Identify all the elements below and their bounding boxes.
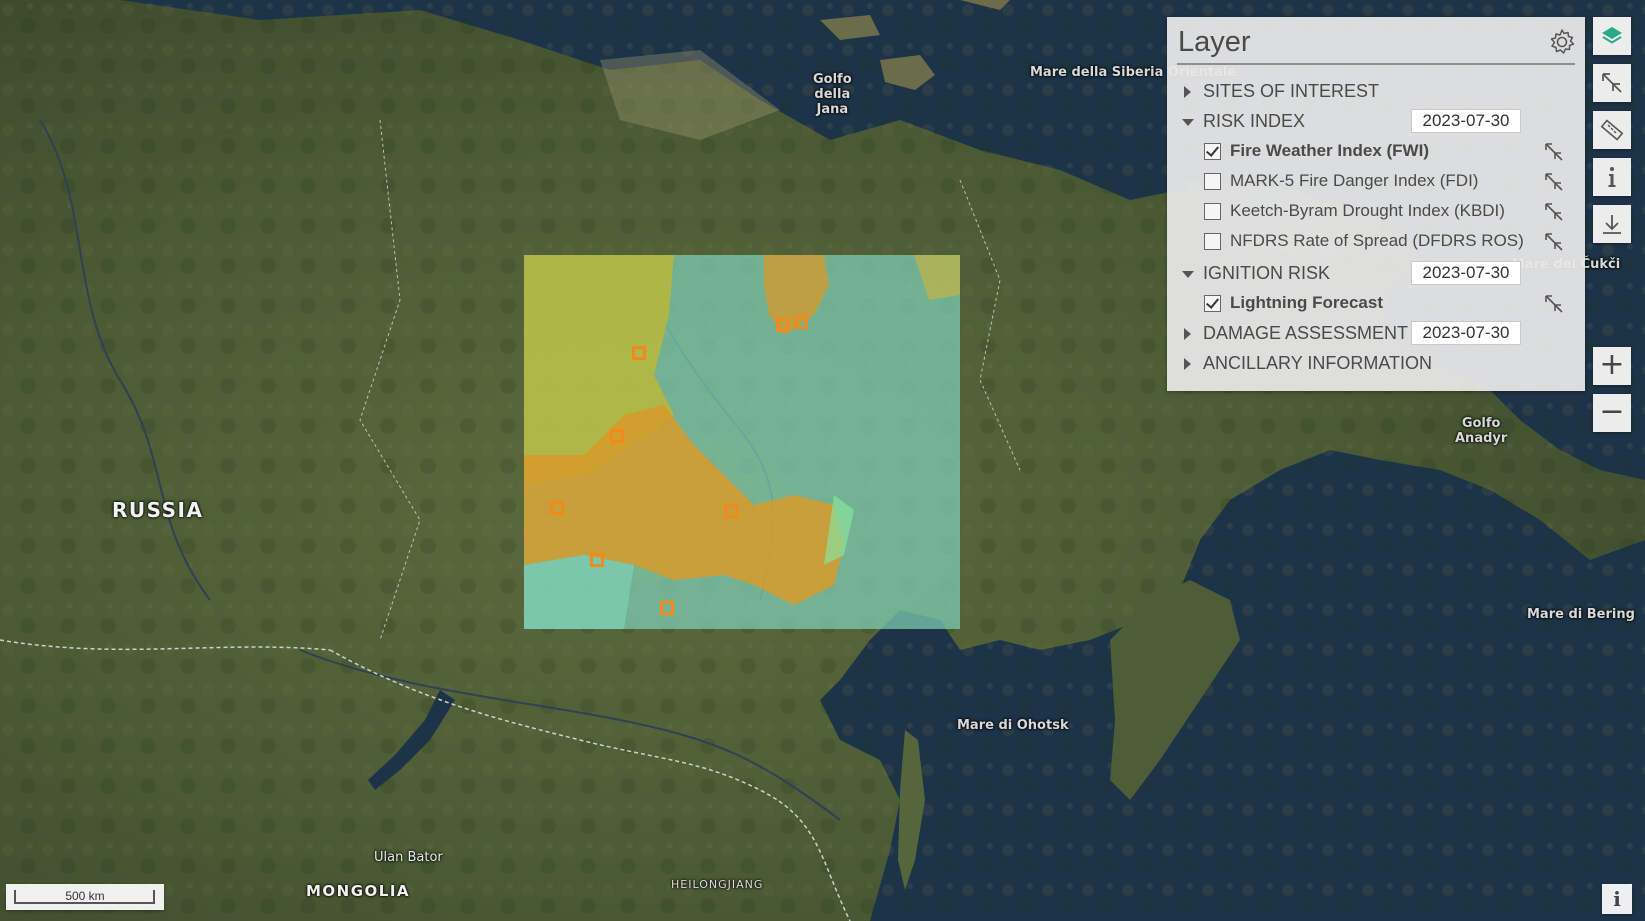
checkbox-fwi[interactable] [1204, 143, 1221, 160]
zoom-to-layer-icon[interactable] [1543, 231, 1565, 253]
layer-label[interactable]: MARK-5 Fire Danger Index (FDI) [1230, 171, 1478, 191]
fire-risk-overlay [524, 255, 960, 629]
site-marker[interactable] [660, 601, 674, 615]
layers-button[interactable] [1593, 17, 1631, 55]
label-mongolia: MONGOLIA [306, 882, 411, 900]
scale-label: 500 km [65, 889, 105, 903]
label-ulan-bator: Ulan Bator [374, 850, 443, 865]
download-icon [1603, 215, 1621, 234]
layer-item-kbdi[interactable]: Keetch-Byram Drought Index (KBDI) [1167, 197, 1585, 227]
site-marker[interactable] [776, 318, 790, 332]
section-label[interactable]: IGNITION RISK [1203, 263, 1330, 284]
checkbox-dfdrs-ros[interactable] [1204, 233, 1221, 250]
zoom-to-layer-icon[interactable] [1543, 171, 1565, 193]
expand-caret-icon[interactable] [1184, 358, 1191, 370]
measure-button[interactable] [1593, 111, 1631, 149]
checkbox-kbdi[interactable] [1204, 203, 1221, 220]
attribution-info-button[interactable]: i [1602, 884, 1632, 914]
layer-label[interactable]: Keetch-Byram Drought Index (KBDI) [1230, 201, 1505, 221]
section-risk-index[interactable]: RISK INDEX 2023-07-30 [1167, 107, 1585, 137]
layer-panel: Layer SITES OF INTEREST RISK INDEX 2023-… [1167, 17, 1585, 391]
risk-index-date[interactable]: 2023-07-30 [1411, 109, 1521, 133]
layer-label[interactable]: Lightning Forecast [1230, 293, 1383, 313]
label-heilongjiang: HEILONGJIANG [671, 878, 764, 891]
label-mare-bering: Mare di Bering [1527, 607, 1635, 622]
panel-divider [1177, 63, 1575, 65]
zoom-in-button[interactable]: + [1593, 347, 1631, 385]
layers-icon [1602, 27, 1622, 44]
ruler-icon [1600, 119, 1624, 141]
collapse-caret-icon[interactable] [1182, 119, 1194, 126]
zoom-out-button[interactable]: − [1593, 394, 1631, 432]
zoom-to-layer-icon[interactable] [1543, 141, 1565, 163]
section-label[interactable]: ANCILLARY INFORMATION [1203, 353, 1432, 374]
damage-assessment-date[interactable]: 2023-07-30 [1411, 321, 1521, 345]
fwi-raster [524, 255, 960, 629]
info-icon [1608, 167, 1616, 187]
checkbox-fdi[interactable] [1204, 173, 1221, 190]
info-button[interactable] [1593, 158, 1631, 196]
section-ancillary-information[interactable]: ANCILLARY INFORMATION [1167, 349, 1585, 379]
panel-title: Layer [1178, 26, 1251, 58]
site-marker[interactable] [794, 315, 808, 329]
section-ignition-risk[interactable]: IGNITION RISK 2023-07-30 [1167, 259, 1585, 289]
checkbox-lightning[interactable] [1204, 295, 1221, 312]
ignition-risk-date[interactable]: 2023-07-30 [1411, 261, 1521, 285]
site-marker[interactable] [610, 429, 624, 443]
section-label[interactable]: SITES OF INTEREST [1203, 81, 1379, 102]
zoom-to-layer-icon[interactable] [1543, 201, 1565, 223]
layer-item-fwi[interactable]: Fire Weather Index (FWI) [1167, 137, 1585, 167]
zoom-to-extent-button[interactable] [1593, 64, 1631, 102]
layer-label[interactable]: Fire Weather Index (FWI) [1230, 141, 1429, 161]
label-mare-ohotsk: Mare di Ohotsk [957, 718, 1069, 733]
section-label[interactable]: RISK INDEX [1203, 111, 1305, 132]
site-marker[interactable] [550, 501, 564, 515]
site-marker[interactable] [590, 553, 604, 567]
section-label[interactable]: DAMAGE ASSESSMENT [1203, 323, 1408, 344]
layer-label[interactable]: NFDRS Rate of Spread (DFDRS ROS) [1230, 231, 1524, 251]
layer-item-dfdrs-ros[interactable]: NFDRS Rate of Spread (DFDRS ROS) [1167, 227, 1585, 257]
label-golfo-jana: Golfo della Jana [813, 72, 852, 117]
download-button[interactable] [1593, 205, 1631, 243]
layer-item-lightning[interactable]: Lightning Forecast [1167, 289, 1585, 319]
collapse-caret-icon[interactable] [1182, 271, 1194, 278]
expand-caret-icon[interactable] [1184, 328, 1191, 340]
layer-item-fdi[interactable]: MARK-5 Fire Danger Index (FDI) [1167, 167, 1585, 197]
zoom-to-extent-icon [1602, 73, 1622, 93]
site-marker[interactable] [632, 346, 646, 360]
section-sites-of-interest[interactable]: SITES OF INTEREST [1167, 77, 1585, 107]
section-damage-assessment[interactable]: DAMAGE ASSESSMENT 2023-07-30 [1167, 319, 1585, 349]
expand-caret-icon[interactable] [1184, 86, 1191, 98]
gear-icon[interactable] [1547, 27, 1577, 57]
site-marker[interactable] [724, 504, 738, 518]
label-russia: RUSSIA [112, 498, 204, 522]
label-golfo-anadyr: Golfo Anadyr [1455, 416, 1508, 446]
zoom-to-layer-icon[interactable] [1543, 293, 1565, 315]
scale-bar: 500 km [6, 884, 164, 910]
